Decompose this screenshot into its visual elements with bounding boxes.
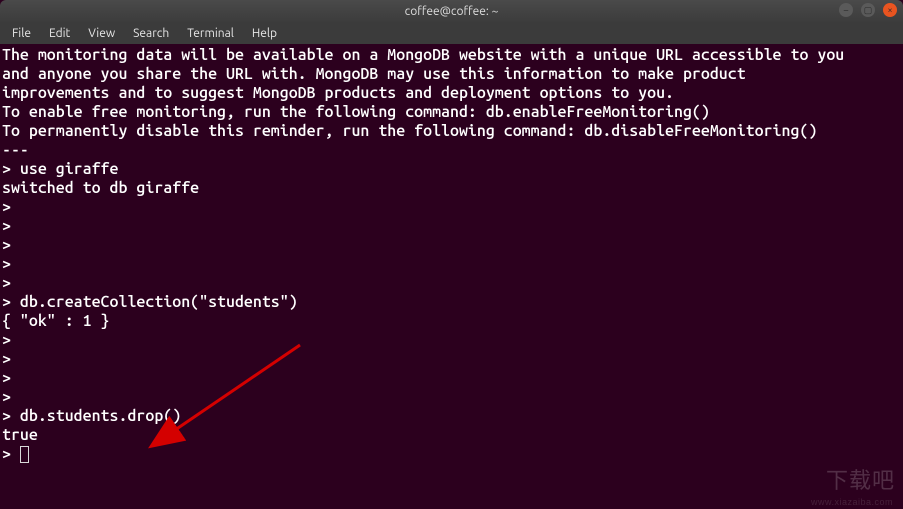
terminal-current-line[interactable]: > [2, 445, 899, 464]
maximize-button[interactable]: ▢ [861, 3, 875, 17]
window-controls: – ▢ × [839, 3, 897, 17]
terminal-line: > [2, 255, 899, 274]
window-title: coffee@coffee: ~ [405, 5, 499, 18]
terminal-line: To permanently disable this reminder, ru… [2, 122, 899, 141]
terminal-line: { "ok" : 1 } [2, 312, 899, 331]
terminal-line: > [2, 369, 899, 388]
terminal-line: and anyone you share the URL with. Mongo… [2, 65, 899, 84]
terminal-line: > [2, 388, 899, 407]
terminal-line: > use giraffe [2, 160, 899, 179]
menu-bar: File Edit View Search Terminal Help [0, 22, 903, 44]
terminal-line: To enable free monitoring, run the follo… [2, 103, 899, 122]
terminal-line: > [2, 331, 899, 350]
terminal-line: > db.students.drop() [2, 407, 899, 426]
window-titlebar: coffee@coffee: ~ – ▢ × [0, 0, 903, 22]
menu-search[interactable]: Search [125, 25, 177, 42]
terminal-line: improvements and to suggest MongoDB prod… [2, 84, 899, 103]
close-button[interactable]: × [883, 3, 897, 17]
terminal-line: The monitoring data will be available on… [2, 46, 899, 65]
cursor-icon [20, 446, 29, 463]
terminal-output[interactable]: The monitoring data will be available on… [0, 44, 903, 468]
terminal-line: > [2, 217, 899, 236]
terminal-line: --- [2, 141, 899, 160]
terminal-line: > db.createCollection("students") [2, 293, 899, 312]
terminal-line: > [2, 198, 899, 217]
minimize-button[interactable]: – [839, 3, 853, 17]
terminal-line: true [2, 426, 899, 445]
menu-terminal[interactable]: Terminal [179, 25, 242, 42]
menu-edit[interactable]: Edit [41, 25, 78, 42]
menu-file[interactable]: File [4, 25, 39, 42]
menu-view[interactable]: View [80, 25, 123, 42]
terminal-line: > [2, 350, 899, 369]
terminal-line: switched to db giraffe [2, 179, 899, 198]
terminal-line: > [2, 274, 899, 293]
menu-help[interactable]: Help [244, 25, 285, 42]
watermark-url: www.xiazaiba.com [811, 497, 893, 507]
terminal-line: > [2, 236, 899, 255]
